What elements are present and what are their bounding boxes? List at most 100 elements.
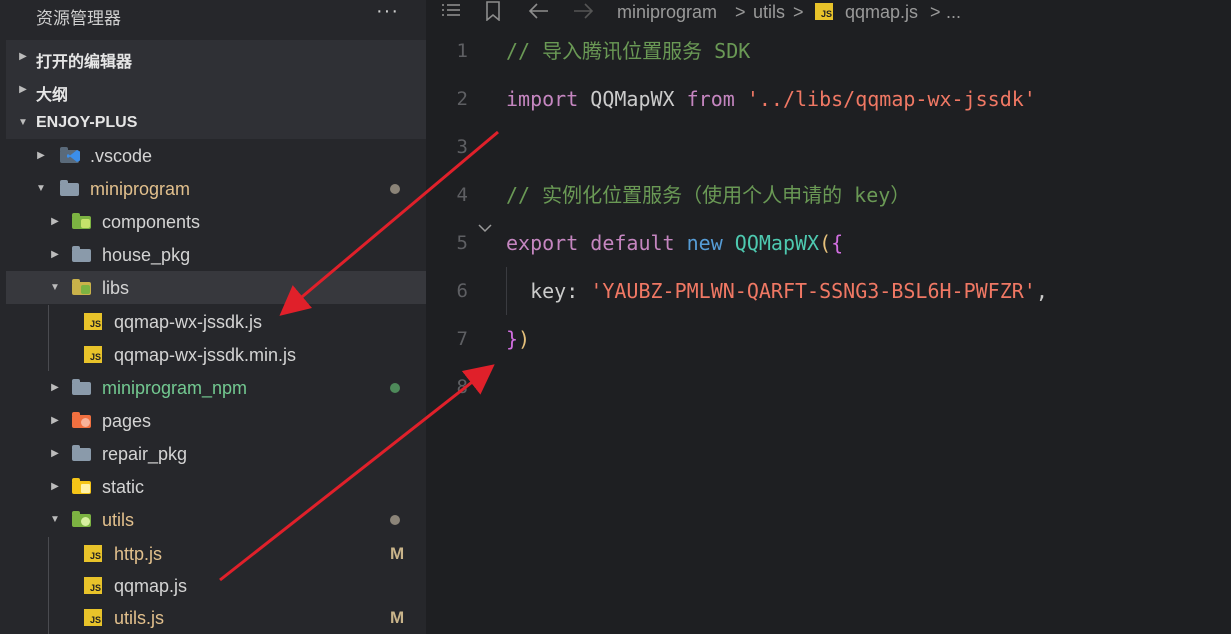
chevron-right-icon: ▶ [37, 150, 45, 161]
section-project[interactable]: ▼ ENJOY-PLUS [6, 106, 426, 139]
line-number: 1 [456, 40, 468, 62]
breadcrumb-miniprogram[interactable]: miniprogram [617, 2, 717, 23]
explorer-sidebar: 资源管理器 ··· ▶ 打开的编辑器 ▶ 大纲 ▼ ENJOY-PLUS ▶ .… [0, 0, 426, 634]
folder-icon [72, 379, 92, 395]
chevron-right-icon: ▶ [51, 415, 59, 426]
code-editor[interactable]: miniprogram > utils > JS qqmap.js > ... … [428, 0, 1231, 634]
tree-item-components[interactable]: ▶ components [6, 205, 426, 238]
chevron-right-icon: ▶ [19, 51, 27, 62]
tree-item-label: qqmap-wx-jssdk.min.js [114, 345, 297, 365]
line-number: 4 [456, 184, 468, 206]
code-line[interactable]: 2 import QQMapWX from '../libs/qqmap-wx-… [428, 75, 1231, 123]
tree-item-miniprogram-npm[interactable]: ▶ miniprogram_npm [6, 371, 426, 404]
code-line[interactable]: 1 // 导入腾讯位置服务 SDK [428, 27, 1231, 75]
section-label: 大纲 [36, 87, 69, 104]
explorer-title: 资源管理器 [36, 9, 121, 28]
comment: // 实例化位置服务（使用个人申请的 key） [506, 183, 911, 207]
tree-item-pages[interactable]: ▶ pages [6, 404, 426, 437]
tree-item-label: static [102, 477, 145, 497]
tree-item-repair-pkg[interactable]: ▶ repair_pkg [6, 437, 426, 470]
tree-item-http-js[interactable]: JS http.js M [6, 537, 426, 570]
list-icon[interactable] [440, 1, 462, 27]
folder-icon [72, 246, 92, 262]
code-text: import QQMapWX from '../libs/qqmap-wx-js… [506, 87, 1036, 111]
tree-item-qqmap-js[interactable]: JS qqmap.js [6, 569, 426, 602]
comment: // 导入腾讯位置服务 SDK [506, 39, 751, 63]
code-line[interactable]: 5 export default new QQMapWX({ [428, 219, 1231, 267]
tree-item-libs[interactable]: ▼ libs [6, 271, 426, 304]
code-text: key: 'YAUBZ-PMLWN-QARFT-SSNG3-BSL6H-PWFZ… [506, 279, 1048, 303]
vscode-folder-icon [60, 147, 80, 163]
section-label: 打开的编辑器 [36, 54, 133, 71]
tree-item-static[interactable]: ▶ static [6, 470, 426, 503]
code-line[interactable]: 6 key: 'YAUBZ-PMLWN-QARFT-SSNG3-BSL6H-PW… [428, 267, 1231, 315]
line-number: 5 [456, 232, 468, 254]
bookmark-icon[interactable] [485, 1, 501, 27]
tree-item-label: components [102, 212, 201, 232]
tree-item-label: utils.js [114, 608, 165, 628]
tree-item-qqmap-wx-jssdk-min-js[interactable]: JS qqmap-wx-jssdk.min.js [6, 338, 426, 371]
chevron-right-icon: ▶ [51, 382, 59, 393]
code-text: export default new QQMapWX({ [506, 231, 844, 255]
chevron-right-icon: ▶ [51, 448, 59, 459]
chevron-right-icon: ▶ [51, 249, 59, 260]
breadcrumb-separator: > [735, 2, 746, 22]
tree-item-qqmap-wx-jssdk-js[interactable]: JS qqmap-wx-jssdk.js [6, 305, 426, 338]
chevron-down-icon: ▼ [36, 183, 46, 194]
chevron-right-icon: ▶ [51, 481, 59, 492]
section-open-editors[interactable]: ▶ 打开的编辑器 [6, 40, 426, 73]
breadcrumb-more[interactable]: ... [946, 2, 961, 23]
breadcrumb-separator: > [793, 2, 804, 22]
line-number: 6 [456, 280, 468, 302]
breadcrumb-utils[interactable]: utils [753, 2, 785, 23]
tree-item-label: .vscode [90, 146, 153, 166]
breadcrumb-separator: > [930, 2, 941, 22]
line-number: 2 [456, 88, 468, 110]
tree-item-house-pkg[interactable]: ▶ house_pkg [6, 238, 426, 271]
chevron-right-icon: ▶ [19, 84, 27, 95]
code-line[interactable]: 7 }) [428, 315, 1231, 363]
code-line[interactable]: 4 // 实例化位置服务（使用个人申请的 key） [428, 171, 1231, 219]
explorer-header: 资源管理器 ··· [0, 0, 426, 33]
forward-arrow-icon[interactable] [572, 1, 594, 27]
line-number: 8 [456, 376, 468, 398]
tree-item-label: miniprogram [90, 179, 191, 199]
line-number: 7 [456, 328, 468, 350]
more-actions-button[interactable]: ··· [376, 0, 399, 23]
tree-item-label: miniprogram_npm [102, 378, 248, 398]
js-file-icon: JS [84, 609, 104, 626]
folder-icon [72, 445, 92, 461]
modified-badge: M [390, 608, 405, 627]
tree-item-miniprogram[interactable]: ▼ miniprogram [6, 172, 426, 205]
tree-item-label: utils [102, 510, 135, 530]
js-file-icon: JS [815, 3, 833, 20]
modified-dot [390, 184, 400, 194]
untracked-dot [390, 383, 400, 393]
code-line[interactable]: 8 [428, 363, 1231, 411]
vscode-window: 资源管理器 ··· ▶ 打开的编辑器 ▶ 大纲 ▼ ENJOY-PLUS ▶ .… [0, 0, 1231, 634]
tree-item-vscode[interactable]: ▶ .vscode [6, 139, 426, 172]
code-text: }) [506, 327, 531, 351]
js-file-icon: JS [84, 346, 104, 363]
js-file-icon: JS [84, 577, 104, 594]
components-folder-icon [72, 213, 92, 229]
libs-folder-icon [72, 279, 92, 295]
breadcrumb-qqmap-js[interactable]: qqmap.js [845, 2, 918, 23]
chevron-down-icon: ▼ [50, 282, 60, 293]
tree-item-utils-js[interactable]: JS utils.js M [6, 601, 426, 634]
utils-folder-icon [72, 511, 92, 527]
tree-item-label: http.js [114, 544, 163, 564]
line-number: 3 [456, 136, 468, 158]
chevron-down-icon: ▼ [18, 117, 28, 128]
section-label: ENJOY-PLUS [36, 114, 138, 131]
back-arrow-icon[interactable] [528, 1, 550, 27]
tree-item-label: libs [102, 278, 130, 298]
code-line[interactable]: 3 [428, 123, 1231, 171]
tree-item-utils[interactable]: ▼ utils [6, 503, 426, 536]
tree-item-label: repair_pkg [102, 444, 188, 464]
section-outline[interactable]: ▶ 大纲 [6, 73, 426, 106]
modified-badge: M [390, 544, 405, 563]
tree-item-label: qqmap.js [114, 576, 188, 596]
editor-toolbar: miniprogram > utils > JS qqmap.js > ... [428, 0, 1231, 25]
folder-open-icon [60, 180, 80, 196]
